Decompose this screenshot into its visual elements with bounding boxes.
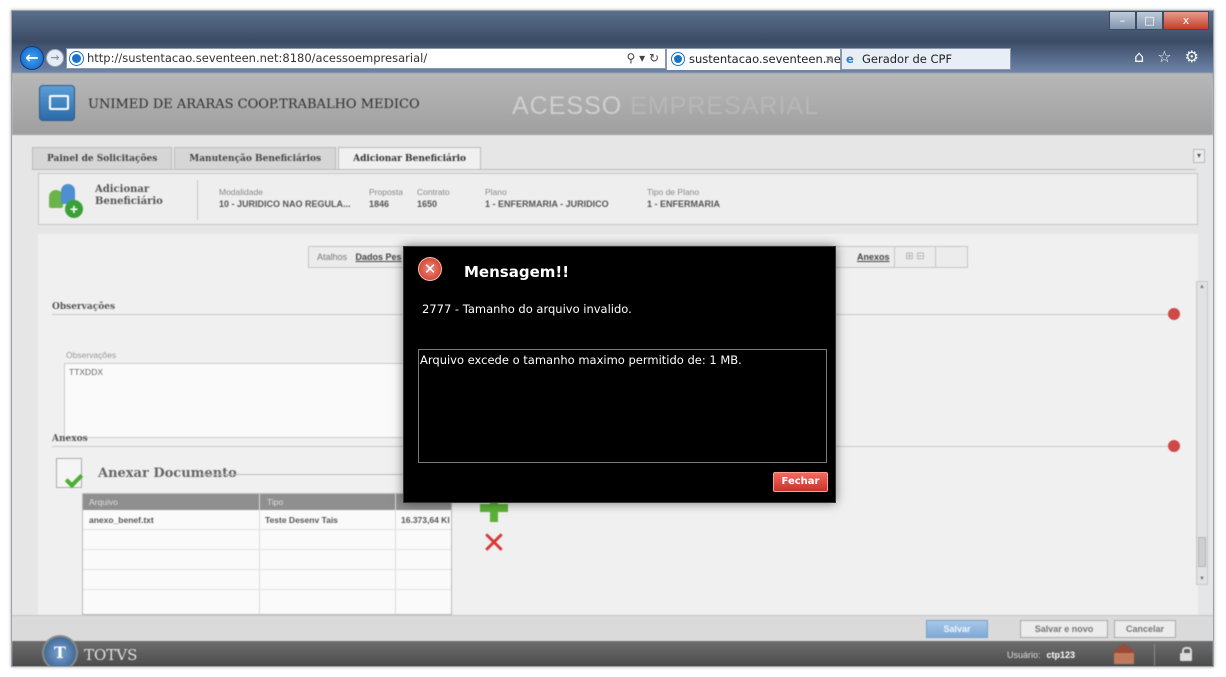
- tab-manutencao-beneficiarios[interactable]: Manutenção Beneficiários: [174, 147, 337, 169]
- window-controls: – □ x: [1109, 11, 1209, 31]
- browser-tab-gerador[interactable]: e Gerador de CPF: [841, 48, 1011, 70]
- tab-divider: [32, 169, 1196, 170]
- tabs-dropdown-icon[interactable]: ▾: [1193, 149, 1205, 163]
- table-row: [83, 550, 451, 570]
- field-modalidade: Modalidade 10 - JURIDICO NAO REGULA...: [219, 187, 351, 209]
- search-refresh-icons[interactable]: ⚲ ▾ ↻: [627, 49, 660, 68]
- attachments-table: Arquivo Tipo anexo_benef.txt Teste Desen…: [82, 493, 452, 615]
- home-icon[interactable]: [1112, 643, 1136, 665]
- app-title: ACESSO EMPRESARIAL: [512, 92, 819, 121]
- column-arquivo[interactable]: Arquivo: [89, 494, 118, 510]
- section-observacoes-title: Observações: [52, 302, 116, 312]
- scroll-down-icon[interactable]: ▼: [1198, 575, 1206, 583]
- cell-tamanho: 16.373,64 Kl: [401, 515, 450, 525]
- app-header: UNIMED DE ARARAS COOP.TRABALHO MEDICO AC…: [12, 73, 1213, 135]
- beneficiary-info-panel: + Adicionar Beneficiário Modalidade 10 -…: [38, 173, 1198, 225]
- tab-label: Gerador de CPF: [862, 52, 953, 66]
- fechar-button[interactable]: Fechar: [773, 472, 828, 492]
- panel-label-line2: Beneficiário: [95, 196, 163, 207]
- site-icon: [671, 52, 685, 66]
- field-label: Tipo de Plano: [647, 187, 700, 197]
- field-contrato: Contrato 1650: [417, 187, 450, 209]
- tab-painel-solicitacoes[interactable]: Painel de Solicitações: [32, 147, 173, 169]
- scroll-thumb[interactable]: [1198, 537, 1206, 567]
- app-menu-icon[interactable]: [39, 85, 75, 121]
- maximize-button[interactable]: □: [1136, 11, 1163, 30]
- table-row: [83, 570, 451, 590]
- cancelar-button[interactable]: Cancelar: [1114, 620, 1176, 638]
- field-plano: Plano 1 - ENFERMARIA - JURIDICO: [485, 187, 609, 209]
- address-bar[interactable]: http://sustentacao.seventeen.net:8180/ac…: [66, 48, 666, 69]
- shortcuts-label: Atalhos: [317, 252, 348, 262]
- section-anexos-title: Anexos: [52, 434, 88, 444]
- minimize-button[interactable]: –: [1109, 11, 1136, 30]
- panel-label-line1: Adicionar: [95, 184, 150, 195]
- field-tipo-plano: Tipo de Plano 1 - ENFERMARIA: [647, 187, 720, 209]
- divider: [197, 180, 198, 220]
- collapse-anexos-icon[interactable]: [1168, 440, 1180, 452]
- ie-icon: e: [846, 52, 854, 66]
- salvar-button[interactable]: Salvar: [926, 620, 988, 638]
- tab-adicionar-beneficiario[interactable]: Adicionar Beneficiário: [338, 147, 482, 169]
- dialog-title: Mensagem!!: [464, 263, 570, 281]
- column-tipo[interactable]: Tipo: [267, 494, 283, 510]
- tab-label: sustentacao.seventeen.net: [689, 52, 846, 66]
- app-footer: T TOTVS Usuário: ctp123: [12, 635, 1213, 666]
- error-icon: ✕: [418, 257, 442, 281]
- browser-tab-sustentacao[interactable]: sustentacao.seventeen.net ×: [666, 48, 845, 70]
- expand-collapse-icons[interactable]: ⊞ ⊟: [894, 246, 936, 268]
- field-label: Plano: [485, 187, 507, 197]
- forward-button[interactable]: →: [46, 49, 64, 67]
- lock-icon[interactable]: [1180, 647, 1192, 661]
- dialog-detail-text[interactable]: Arquivo excede o tamanho maximo permitid…: [418, 349, 827, 463]
- action-bar: Salvar Salvar e novo Cancelar: [12, 615, 1213, 641]
- shortcut-anexos[interactable]: Anexos: [857, 247, 890, 267]
- url-text: http://sustentacao.seventeen.net:8180/ac…: [87, 51, 428, 65]
- observacoes-field-label: Observações: [66, 350, 117, 360]
- scroll-up-icon[interactable]: ▲: [1198, 283, 1206, 291]
- shortcut-dados-pessoais[interactable]: Dados Pes: [356, 252, 402, 262]
- field-value: 1846: [369, 199, 390, 209]
- collapse-observacoes-icon[interactable]: [1168, 308, 1180, 320]
- app-title-part1: ACESSO: [512, 92, 631, 120]
- table-row[interactable]: anexo_benef.txt Teste Desenv Tais 16.373…: [83, 510, 451, 530]
- form-scrollbar[interactable]: ▲ ▼: [1196, 281, 1208, 585]
- close-tab-icon[interactable]: ×: [824, 49, 834, 70]
- divider: [1154, 644, 1155, 666]
- field-value: 1 - ENFERMARIA - JURIDICO: [485, 199, 609, 209]
- table-row: [83, 530, 451, 550]
- field-label: Contrato: [417, 187, 450, 197]
- field-proposta: Proposta 1846: [369, 187, 403, 209]
- user-value: ctp123: [1046, 650, 1076, 660]
- panel-label: Adicionar Beneficiário: [95, 184, 163, 208]
- field-label: Proposta: [369, 187, 404, 197]
- remove-attachment-icon[interactable]: ✕: [480, 529, 508, 559]
- totvs-logo-icon: T: [42, 635, 78, 666]
- site-icon: [69, 51, 84, 66]
- back-button[interactable]: ←: [20, 46, 44, 70]
- address-row: ← → http://sustentacao.seventeen.net:818…: [12, 43, 1213, 73]
- cell-arquivo: anexo_benef.txt: [89, 515, 154, 525]
- salvar-novo-button[interactable]: Salvar e novo: [1020, 620, 1108, 638]
- company-name: UNIMED DE ARARAS COOP.TRABALHO MEDICO: [88, 97, 420, 112]
- app-title-part2: EMPRESARIAL: [630, 92, 819, 120]
- totvs-brand: TOTVS: [84, 646, 138, 664]
- field-label: Modalidade: [219, 187, 263, 197]
- field-value: 10 - JURIDICO NAO REGULA...: [219, 199, 351, 209]
- field-value: 1 - ENFERMARIA: [647, 199, 721, 209]
- add-users-icon: +: [47, 180, 85, 218]
- cell-tipo: Teste Desenv Tais: [265, 515, 338, 525]
- user-info: Usuário: ctp123: [1007, 650, 1075, 660]
- dialog-message: 2777 - Tamanho do arquivo invalido.: [422, 302, 632, 316]
- app-tabs: Painel de Solicitações Manutenção Benefi…: [32, 147, 483, 169]
- user-label: Usuário:: [1007, 650, 1041, 660]
- home-favorites-tools-icons[interactable]: ⌂ ☆ ⚙: [1134, 47, 1203, 66]
- close-window-button[interactable]: x: [1163, 11, 1209, 30]
- field-value: 1650: [417, 199, 438, 209]
- message-dialog: ✕ Mensagem!! 2777 - Tamanho do arquivo i…: [403, 246, 836, 503]
